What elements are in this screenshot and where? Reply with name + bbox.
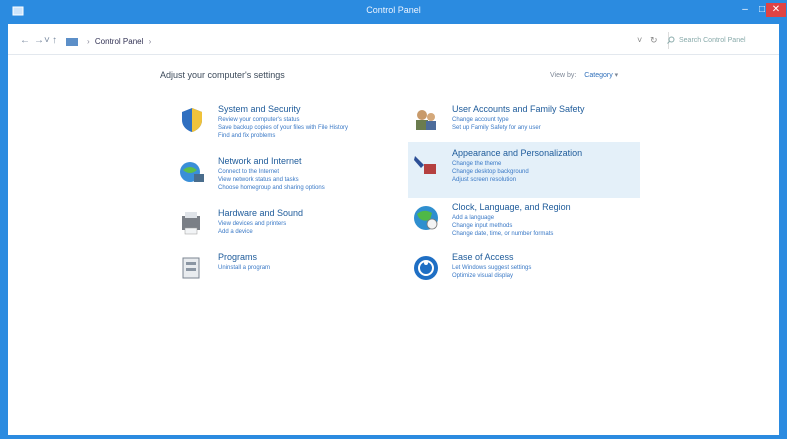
globe-network-icon bbox=[180, 162, 204, 182]
category-link[interactable]: View network status and tasks bbox=[218, 176, 325, 184]
back-arrow-icon[interactable]: ← bbox=[20, 35, 30, 46]
category-hardware-sound[interactable]: Hardware and Sound View devices and prin… bbox=[178, 208, 408, 254]
view-by-label: View by: bbox=[550, 72, 577, 79]
category-link[interactable]: Add a device bbox=[218, 228, 286, 236]
refresh-icon[interactable]: ↻ bbox=[650, 35, 658, 46]
category-link[interactable]: Optimize visual display bbox=[452, 272, 531, 280]
category-link[interactable]: Find and fix problems bbox=[218, 132, 348, 140]
category-system-security[interactable]: System and Security Review your computer… bbox=[178, 104, 408, 150]
search-icon bbox=[667, 36, 675, 44]
category-link[interactable]: Change input methods bbox=[452, 222, 553, 230]
category-network-internet[interactable]: Network and Internet Connect to the Inte… bbox=[178, 156, 408, 202]
category-link[interactable]: Change the theme bbox=[452, 160, 529, 168]
chevron-down-icon[interactable]: ▾ bbox=[615, 72, 619, 79]
search-placeholder: Search Control Panel bbox=[679, 37, 746, 44]
category-title[interactable]: User Accounts and Family Safety bbox=[452, 104, 585, 114]
users-icon bbox=[416, 110, 436, 130]
category-link[interactable]: Change date, time, or number formats bbox=[452, 230, 553, 238]
category-link[interactable]: Change desktop background bbox=[452, 168, 529, 176]
recent-pages-icon[interactable]: ˅ bbox=[44, 35, 50, 46]
view-by-value[interactable]: Category bbox=[584, 72, 612, 79]
address-dropdown-icon[interactable]: ˅ bbox=[637, 35, 642, 45]
close-button[interactable]: ✕ bbox=[766, 3, 786, 17]
category-title[interactable]: Appearance and Personalization bbox=[452, 148, 582, 158]
category-link[interactable]: Change account type bbox=[452, 116, 541, 124]
view-by[interactable]: View by: Category ▾ bbox=[550, 71, 618, 79]
forward-arrow-icon[interactable]: → bbox=[34, 35, 44, 46]
window-client: ← → ˅ ↑ › Control Panel › ˅ ↻ Search Con… bbox=[8, 24, 779, 435]
up-arrow-icon[interactable]: ↑ bbox=[52, 35, 57, 46]
category-title[interactable]: Ease of Access bbox=[452, 252, 514, 262]
ease-of-access-icon bbox=[414, 256, 438, 280]
category-link[interactable]: View devices and printers bbox=[218, 220, 286, 228]
category-title[interactable]: Clock, Language, and Region bbox=[452, 202, 571, 212]
window-title: Control Panel bbox=[366, 5, 421, 15]
breadcrumb-separator: › bbox=[87, 37, 90, 46]
category-clock-language[interactable]: Clock, Language, and Region Add a langua… bbox=[412, 202, 642, 248]
category-link[interactable]: Review your computer's status bbox=[218, 116, 348, 124]
shield-icon bbox=[182, 108, 202, 132]
category-link[interactable]: Add a language bbox=[452, 214, 553, 222]
category-link[interactable]: Adjust screen resolution bbox=[452, 176, 529, 184]
paintbrush-icon bbox=[414, 156, 436, 174]
category-link[interactable]: Choose homegroup and sharing options bbox=[218, 184, 325, 192]
category-programs[interactable]: Programs Uninstall a program bbox=[178, 252, 408, 298]
category-appearance[interactable]: Appearance and Personalization Change th… bbox=[412, 148, 642, 194]
category-ease-of-access[interactable]: Ease of Access Let Windows suggest setti… bbox=[412, 252, 642, 298]
category-link[interactable]: Uninstall a program bbox=[218, 264, 270, 272]
printer-speaker-icon bbox=[182, 212, 200, 235]
category-title[interactable]: Hardware and Sound bbox=[218, 208, 303, 218]
address-bar: ← → ˅ ↑ › Control Panel › ˅ ↻ Search Con… bbox=[8, 32, 779, 55]
category-link[interactable]: Save backup copies of your files with Fi… bbox=[218, 124, 348, 132]
breadcrumb-item[interactable]: Control Panel bbox=[95, 37, 143, 46]
category-link[interactable]: Set up Family Safety for any user bbox=[452, 124, 541, 132]
control-panel-crumb-icon bbox=[66, 38, 78, 46]
breadcrumb[interactable]: › Control Panel › bbox=[84, 34, 414, 50]
category-title[interactable]: System and Security bbox=[218, 104, 301, 114]
programs-icon bbox=[182, 257, 200, 279]
category-title[interactable]: Programs bbox=[218, 252, 257, 262]
category-link[interactable]: Let Windows suggest settings bbox=[452, 264, 531, 272]
category-user-accounts[interactable]: User Accounts and Family Safety Change a… bbox=[412, 104, 642, 150]
category-title[interactable]: Network and Internet bbox=[218, 156, 302, 166]
search-input[interactable]: Search Control Panel bbox=[667, 32, 778, 49]
page-heading: Adjust your computer's settings bbox=[160, 70, 285, 80]
category-link[interactable]: Connect to the Internet bbox=[218, 168, 325, 176]
globe-clock-icon bbox=[414, 206, 438, 230]
breadcrumb-separator: › bbox=[148, 37, 152, 46]
title-bar[interactable]: Control Panel – □ ✕ bbox=[0, 0, 787, 24]
